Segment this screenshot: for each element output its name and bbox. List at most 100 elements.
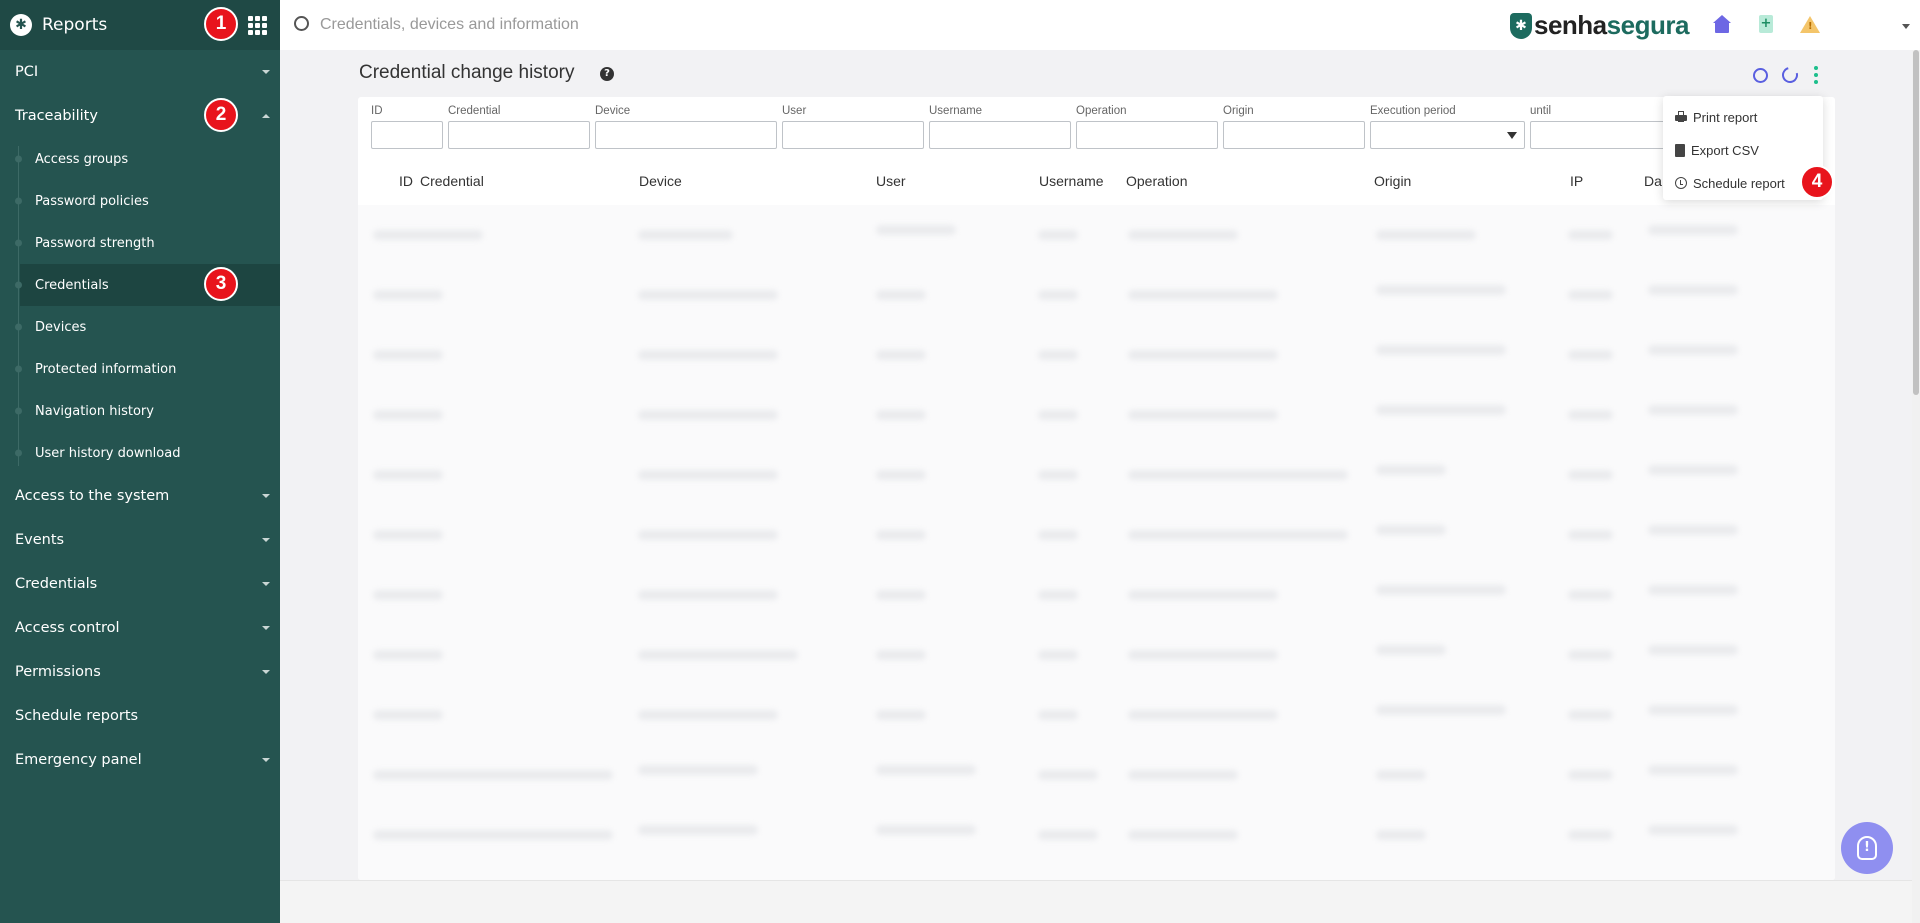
help-icon[interactable]: ? [600, 67, 614, 81]
table-row [358, 205, 1835, 265]
column-header-origin[interactable]: Origin [1374, 173, 1411, 189]
sidebar-subitem-devices[interactable]: Devices [0, 306, 280, 348]
filter-label: Username [929, 105, 983, 117]
brand-name: senhasegura [1534, 10, 1689, 41]
sidebar-item-permissions[interactable]: Permissions [0, 650, 280, 694]
sidebar-subitem-protected-information[interactable]: Protected information [0, 348, 280, 390]
column-header-operation[interactable]: Operation [1126, 173, 1187, 189]
filter-label: User [782, 105, 807, 117]
filter-label: Operation [1076, 105, 1127, 117]
sidebar-item-access-control[interactable]: Access control [0, 606, 280, 650]
step-marker-4: 4 [1800, 165, 1834, 199]
apps-grid-icon[interactable] [246, 14, 268, 36]
filter-user-input[interactable] [782, 121, 924, 149]
sidebar-subitem-password-policies[interactable]: Password policies [0, 180, 280, 222]
menu-item-label: Print report [1693, 109, 1758, 125]
sidebar-item-label: Access control [15, 620, 120, 636]
global-search-input[interactable] [320, 13, 920, 37]
user-menu-caret-icon[interactable] [1902, 24, 1910, 29]
search-icon [294, 16, 309, 31]
filter-execution-period: Execution period [1370, 105, 1525, 149]
menu-item-schedule-report[interactable]: Schedule report [1675, 173, 1785, 193]
sidebar-item-pci[interactable]: PCI [0, 50, 280, 94]
sidebar-item-access-to-the-system[interactable]: Access to the system [0, 474, 280, 518]
sidebar-item-events[interactable]: Events [0, 518, 280, 562]
chevron-down-icon [262, 626, 270, 630]
filter-until-input[interactable] [1530, 121, 1670, 149]
column-header-device[interactable]: Device [639, 173, 682, 189]
table-row [358, 325, 1835, 385]
filter-bar: ID Credential Device User Username Opera… [358, 97, 1835, 163]
page-title: Credential change history [359, 62, 575, 83]
table-row [358, 625, 1835, 685]
logo-icon: ✱ [10, 14, 32, 36]
more-options-icon[interactable] [1814, 66, 1818, 84]
sidebar-subitem-access-groups[interactable]: Access groups [0, 138, 280, 180]
filter-credential-input[interactable] [448, 121, 590, 149]
brand-logo: ✱ senhasegura [1510, 10, 1689, 41]
tips-button[interactable]: ! [1841, 822, 1893, 874]
column-header-ip[interactable]: IP [1570, 173, 1583, 189]
filter-device-input[interactable] [595, 121, 777, 149]
step-marker-1: 1 [204, 7, 238, 41]
top-bar: ✱ senhasegura + ! [280, 0, 1920, 50]
warning-icon[interactable]: ! [1800, 15, 1820, 35]
column-header-credential[interactable]: Credential [420, 173, 484, 189]
sidebar-nav: PCI Traceability Access groups Password … [0, 50, 280, 782]
home-icon[interactable] [1712, 15, 1732, 35]
sidebar-title: Reports [42, 15, 108, 35]
filter-label: ID [371, 105, 383, 117]
sidebar-item-label: Traceability [15, 108, 98, 124]
column-header-user[interactable]: User [876, 173, 906, 189]
chevron-down-icon [262, 582, 270, 586]
sidebar-item-traceability[interactable]: Traceability [0, 94, 280, 138]
sidebar-item-label: Credentials [15, 576, 98, 592]
sidebar-subitem-password-strength[interactable]: Password strength [0, 222, 280, 264]
filter-execution-period-select[interactable] [1370, 121, 1525, 149]
menu-item-print-report[interactable]: Print report [1675, 107, 1757, 127]
filter-operation-input[interactable] [1076, 121, 1218, 149]
filter-id-input[interactable] [371, 121, 443, 149]
chevron-down-icon [262, 758, 270, 762]
refresh-icon[interactable] [1779, 64, 1801, 86]
sidebar-item-label: Schedule reports [15, 708, 139, 724]
footer-bar [280, 880, 1920, 923]
brand-name-part2: segura [1606, 10, 1690, 40]
new-document-icon[interactable]: + [1756, 15, 1776, 35]
table-row [358, 385, 1835, 445]
sidebar-subitem-credentials[interactable]: Credentials [20, 264, 280, 306]
filter-until: until [1530, 105, 1670, 149]
menu-item-export-csv[interactable]: Export CSV [1675, 140, 1759, 160]
file-icon [1675, 143, 1685, 157]
shield-logo-icon: ✱ [1510, 12, 1532, 39]
filter-label: Credential [448, 105, 501, 117]
table-row [358, 685, 1835, 745]
sidebar-item-credentials[interactable]: Credentials [0, 562, 280, 606]
filter-username: Username [929, 105, 1071, 149]
sidebar-item-label: PCI [15, 64, 39, 80]
filter-origin-input[interactable] [1223, 121, 1365, 149]
chevron-down-icon [262, 494, 270, 498]
sidebar-subitem-user-history-download[interactable]: User history download [0, 432, 280, 474]
scrollbar-thumb[interactable] [1913, 50, 1919, 395]
column-header-id[interactable]: ID [399, 173, 413, 189]
sidebar-item-label: Emergency panel [15, 752, 142, 768]
column-header-username[interactable]: Username [1039, 173, 1104, 189]
sidebar-header: ✱ Reports [0, 0, 280, 50]
table-body-blurred [358, 205, 1835, 880]
sidebar-item-schedule-reports[interactable]: Schedule reports [0, 694, 280, 738]
table-header: ID Credential Device User Username Opera… [358, 173, 1835, 199]
table-row [358, 265, 1835, 325]
table-search-icon[interactable] [1753, 68, 1768, 83]
sidebar-item-label: Events [15, 532, 65, 548]
chevron-up-icon [262, 114, 270, 118]
sidebar-item-emergency-panel[interactable]: Emergency panel [0, 738, 280, 782]
filter-username-input[interactable] [929, 121, 1071, 149]
sidebar-subitem-navigation-history[interactable]: Navigation history [0, 390, 280, 432]
filter-origin: Origin [1223, 105, 1365, 149]
column-header-date[interactable]: Da [1644, 173, 1662, 189]
step-marker-2: 2 [204, 98, 238, 132]
filter-id: ID [371, 105, 443, 149]
printer-icon [1675, 111, 1687, 123]
table-row [358, 745, 1835, 805]
